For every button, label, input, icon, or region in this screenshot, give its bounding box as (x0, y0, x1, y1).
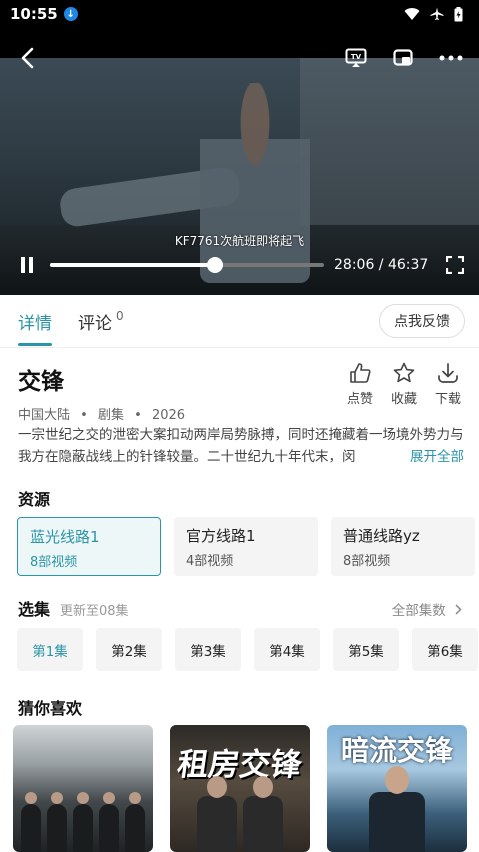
player-controls: 28:06 / 46:37 (0, 250, 479, 280)
poster-artwork (170, 776, 310, 852)
tab-comments-label: 评论 (78, 313, 112, 334)
poster-figure (73, 792, 93, 852)
episodes-title: 选集 (18, 600, 51, 619)
comment-count: 0 (116, 308, 124, 323)
fullscreen-icon[interactable] (446, 256, 465, 274)
tab-details-label: 详情 (18, 313, 52, 334)
episode-button[interactable]: 第2集 (96, 628, 162, 671)
poster-title: 暗流交锋 (340, 734, 453, 767)
player-top-bar: TV (0, 42, 479, 74)
current-time: 28:06 (334, 257, 375, 273)
download-label: 下载 (434, 392, 461, 407)
like-label: 点赞 (346, 392, 373, 407)
battery-icon (454, 6, 463, 21)
favorite-label: 收藏 (390, 392, 417, 407)
more-options-icon[interactable] (439, 55, 463, 61)
source-name: 官方线路1 (186, 527, 256, 545)
episode-button[interactable]: 第5集 (333, 628, 399, 671)
recommendations-title: 猜你喜欢 (18, 699, 83, 718)
source-item[interactable]: 蓝光线路1 8部视频 (17, 517, 161, 576)
chevron-right-icon (455, 604, 462, 615)
expand-description-link[interactable]: 展开全部 (402, 446, 464, 468)
poster-figure (243, 776, 283, 852)
like-button[interactable]: 点赞 (345, 362, 375, 407)
thumbs-up-icon (350, 363, 371, 383)
star-icon (393, 362, 415, 383)
status-bar: 10:55 ↓ (0, 0, 479, 28)
picture-in-picture-icon[interactable] (393, 49, 413, 67)
status-icons (404, 6, 463, 22)
poster-title: 租房交锋 (174, 747, 305, 783)
poster-figure (21, 792, 41, 852)
tab-comments[interactable]: 评论 0 (78, 309, 124, 334)
source-name: 普通线路yz (343, 527, 420, 545)
all-episodes-link[interactable]: 全部集数 (392, 599, 462, 619)
recommendation-poster[interactable]: 租房交锋 (170, 725, 310, 852)
poster-artwork (327, 766, 467, 852)
tv-cast-icon[interactable]: TV (345, 48, 367, 68)
total-duration: 46:37 (387, 257, 429, 273)
progress-bar[interactable] (50, 257, 324, 273)
all-episodes-label: 全部集数 (391, 603, 446, 619)
player-top-actions: TV (345, 48, 463, 68)
poster-figure (125, 792, 145, 852)
recommendation-poster[interactable] (13, 725, 153, 852)
poster-figure (197, 776, 237, 852)
sources-title: 资源 (18, 490, 51, 509)
show-description: 一宗世纪之交的泄密大案扣动两岸局势脉搏，同时还掩藏着一场境外势力与我方在隐蔽战线… (18, 424, 464, 468)
episode-button[interactable]: 第3集 (175, 628, 241, 671)
source-list: 蓝光线路1 8部视频 官方线路1 4部视频 普通线路yz 8部视频 (17, 517, 479, 576)
poster-figure (47, 792, 67, 852)
source-name: 蓝光线路1 (30, 528, 100, 546)
episodes-update-status: 更新至08集 (60, 604, 129, 619)
airplane-mode-icon (430, 7, 444, 20)
source-item[interactable]: 普通线路yz 8部视频 (331, 517, 475, 576)
source-video-count: 8部视频 (343, 554, 391, 569)
episode-button[interactable]: 第4集 (254, 628, 320, 671)
time-separator: / (374, 257, 388, 273)
episode-button[interactable]: 第6集 (412, 628, 478, 671)
download-icon (438, 363, 458, 383)
show-region: 中国大陆 (18, 408, 71, 423)
tab-details[interactable]: 详情 (18, 309, 52, 346)
feedback-button[interactable]: 点我反馈 (379, 304, 465, 338)
detail-tabs: 详情 评论 0 点我反馈 (0, 295, 479, 348)
source-video-count: 8部视频 (30, 555, 78, 570)
download-notification-icon: ↓ (63, 7, 78, 21)
back-arrow-icon[interactable] (20, 47, 34, 69)
time-readout: 28:06 / 46:37 (334, 257, 428, 273)
poster-figure (369, 766, 425, 852)
recommendation-poster[interactable]: 暗流交锋 (327, 725, 467, 852)
wifi-icon (404, 8, 420, 20)
video-scene-wall (300, 58, 479, 238)
episode-button[interactable]: 第1集 (17, 628, 83, 671)
recommendation-list: 租房交锋 暗流交锋 (13, 725, 479, 852)
progress-handle[interactable] (207, 257, 224, 273)
video-subtitle: KF7761次航班即将起飞 (174, 234, 305, 248)
pause-icon (21, 257, 33, 273)
meta-dot: • (80, 408, 88, 423)
source-item[interactable]: 官方线路1 4部视频 (174, 517, 318, 576)
svg-text:TV: TV (351, 53, 362, 61)
show-header: 交锋 中国大陆 • 剧集 • 2026 点赞 收藏 下载 (18, 362, 463, 423)
episodes-header: 选集 更新至08集 全部集数 (18, 596, 462, 620)
status-time: 10:55 (10, 5, 58, 23)
poster-figure (99, 792, 119, 852)
show-year: 2026 (151, 408, 186, 423)
source-video-count: 4部视频 (186, 554, 234, 569)
progress-fill (50, 263, 216, 267)
show-category: 剧集 (97, 408, 124, 423)
poster-artwork (13, 782, 153, 852)
favorite-button[interactable]: 收藏 (389, 362, 419, 407)
video-player[interactable]: TV KF7761次航班即将起飞 28:06 / 46:37 (0, 28, 479, 295)
status-time-group: 10:55 ↓ (10, 5, 78, 23)
download-button[interactable]: 下载 (433, 362, 463, 407)
show-actions: 点赞 收藏 下载 (345, 362, 463, 407)
episode-list: 第1集 第2集 第3集 第4集 第5集 第6集 (17, 628, 479, 671)
description-text: 一宗世纪之交的泄密大案扣动两岸局势脉搏，同时还掩藏着一场境外势力与我方在隐蔽战线… (18, 427, 464, 465)
pause-button[interactable] (16, 254, 38, 276)
meta-dot: • (134, 408, 142, 423)
